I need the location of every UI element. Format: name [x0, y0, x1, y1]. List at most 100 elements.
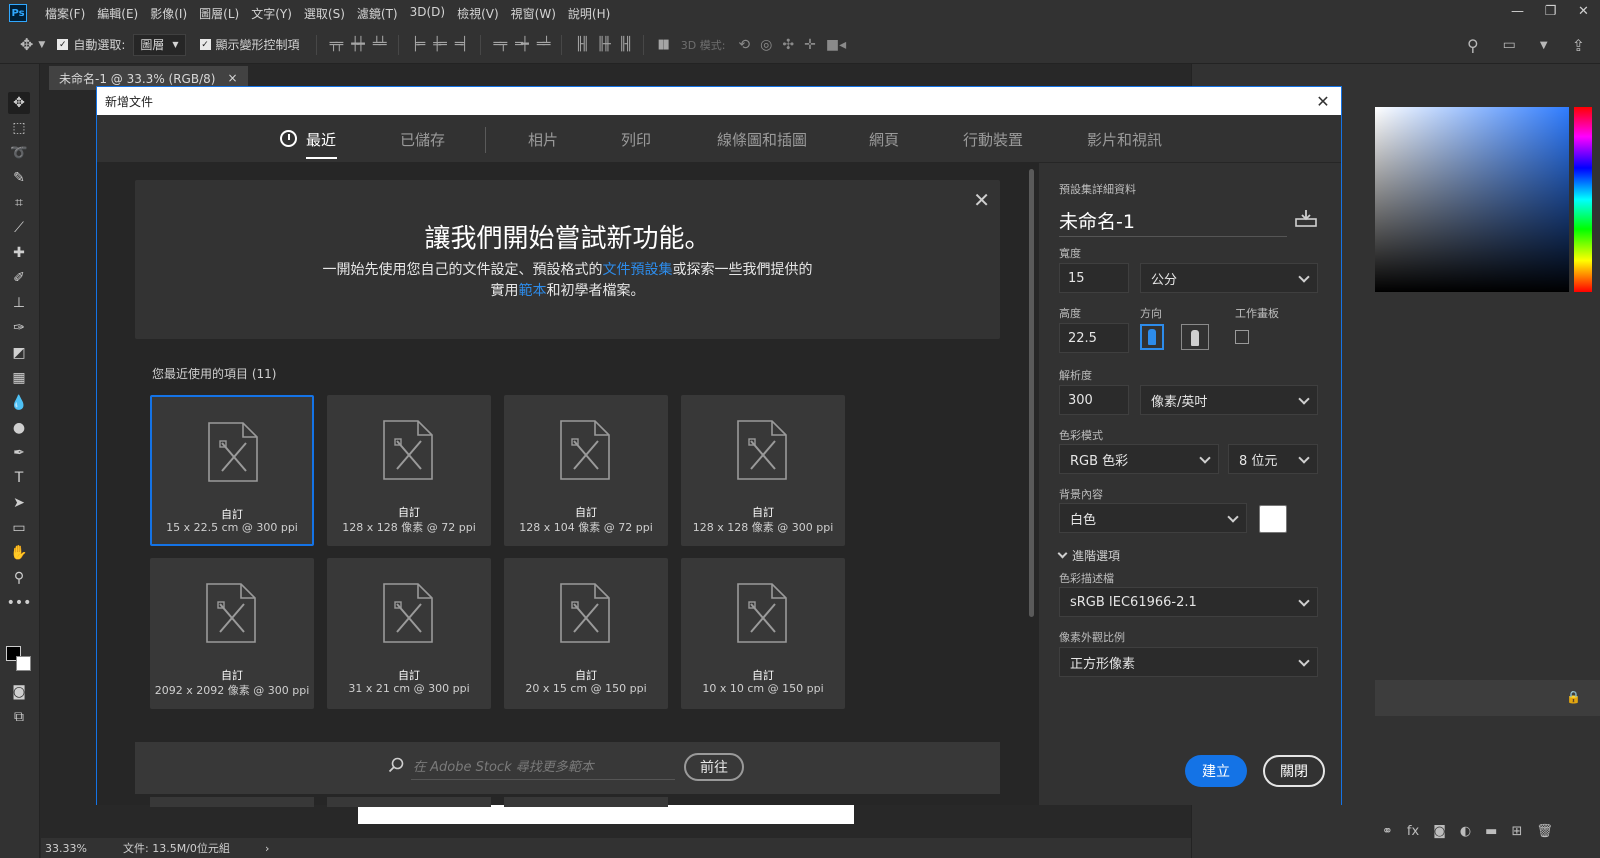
distribute-hcenter-icon[interactable]: ║╫ — [597, 37, 611, 52]
3d-camera-icon[interactable]: ■◂ — [826, 37, 846, 53]
link-layers-icon[interactable]: ⚭ — [1382, 824, 1393, 839]
color-profile-select[interactable]: sRGB IEC61966-2.1 — [1059, 587, 1318, 617]
document-presets-link[interactable]: 文件預設集 — [603, 262, 673, 278]
workspace-icon[interactable]: ▭ — [1503, 37, 1516, 53]
stock-search-input[interactable] — [411, 756, 675, 780]
tab-art-illustration[interactable]: 線條圖和插圖 — [717, 129, 807, 150]
close-icon[interactable]: × — [227, 71, 237, 85]
color-picker-field[interactable] — [1375, 107, 1569, 292]
welcome-close-button[interactable]: ✕ — [973, 188, 990, 212]
show-transform-checkbox[interactable]: ✓ — [199, 39, 211, 50]
mask-icon[interactable]: ◙ — [1433, 824, 1446, 839]
brush-tool-icon[interactable]: ✐ — [8, 267, 30, 289]
recent-preset-card[interactable]: 自訂 2092 x 2092 像素 @ 300 ppi — [150, 558, 314, 709]
share-icon[interactable]: ⇪ — [1572, 36, 1585, 55]
pen-tool-icon[interactable]: ✒ — [8, 442, 30, 464]
recent-preset-card[interactable]: 自訂 15 x 22.5 cm @ 300 ppi — [150, 395, 314, 546]
auto-select-dropdown[interactable]: 圖層 ▼ — [133, 33, 186, 56]
background-select[interactable]: 白色 — [1059, 503, 1247, 533]
menu-filter[interactable]: 濾鏡(T) — [357, 5, 398, 22]
menu-type[interactable]: 文字(Y) — [251, 5, 292, 22]
zoom-level[interactable]: 33.33% — [45, 842, 115, 855]
stamp-tool-icon[interactable]: ⊥ — [8, 292, 30, 314]
menu-edit[interactable]: 編輯(E) — [97, 5, 138, 22]
landscape-orientation-icon[interactable] — [1181, 324, 1209, 350]
menu-file[interactable]: 檔案(F) — [45, 5, 85, 22]
tab-web[interactable]: 網頁 — [869, 129, 899, 150]
recent-preset-card[interactable]: 自訂 128 x 128 像素 @ 300 ppi — [681, 395, 845, 546]
recent-preset-card[interactable]: 自訂 20 x 15 cm @ 150 ppi — [504, 558, 668, 709]
background-color-swatch[interactable] — [1259, 505, 1287, 533]
marquee-tool-icon[interactable]: ⬚ — [8, 117, 30, 139]
eraser-tool-icon[interactable]: ◩ — [8, 342, 30, 364]
more-tools-icon[interactable]: ••• — [7, 592, 32, 614]
align-top-icon[interactable]: ╤╤ — [330, 37, 344, 52]
move-tool-icon[interactable]: ✥ — [20, 35, 33, 54]
status-arrow-icon[interactable]: › — [265, 842, 269, 855]
align-hcenter-icon[interactable]: ╪═ — [433, 37, 447, 52]
quick-select-tool-icon[interactable]: ✎ — [8, 167, 30, 189]
recent-preset-card[interactable]: 自訂 31 x 21 cm @ 300 ppi — [327, 558, 491, 709]
recent-preset-card[interactable]: 自訂 128 x 104 像素 @ 72 ppi — [504, 395, 668, 546]
width-unit-select[interactable]: 公分 — [1140, 263, 1318, 293]
lasso-tool-icon[interactable]: ➰ — [8, 142, 30, 164]
distribute-left-icon[interactable]: ╟║ — [575, 37, 589, 52]
dodge-tool-icon[interactable]: ● — [8, 417, 30, 439]
type-tool-icon[interactable]: T — [8, 467, 30, 489]
preset-name-input[interactable]: 未命名-1 — [1059, 207, 1287, 237]
close-button[interactable]: 關閉 — [1263, 755, 1325, 787]
history-brush-tool-icon[interactable]: ✑ — [8, 317, 30, 339]
hue-slider[interactable] — [1574, 107, 1592, 292]
resolution-unit-select[interactable]: 像素/英吋 — [1140, 385, 1318, 415]
portrait-orientation-icon[interactable] — [1140, 324, 1164, 350]
align-vcenter-icon[interactable]: ┿┿ — [351, 37, 365, 52]
pixel-aspect-select[interactable]: 正方形像素 — [1059, 647, 1318, 677]
tab-recent[interactable]: 最近 — [306, 129, 336, 150]
quick-mask-icon[interactable]: ◙ — [8, 681, 30, 703]
new-layer-icon[interactable]: ⊞ — [1511, 824, 1522, 839]
align-right-icon[interactable]: ═╡ — [455, 37, 469, 52]
search-icon[interactable]: ⚲ — [1467, 36, 1479, 55]
menu-view[interactable]: 檢視(V) — [457, 5, 499, 22]
save-preset-icon[interactable] — [1295, 209, 1317, 227]
healing-tool-icon[interactable]: ✚ — [8, 242, 30, 264]
width-input[interactable]: 15 — [1059, 263, 1129, 293]
tab-saved[interactable]: 已儲存 — [400, 129, 445, 150]
crop-tool-icon[interactable]: ⌗ — [8, 192, 30, 214]
tool-preset-chevron-icon[interactable]: ▼ — [38, 40, 45, 50]
zoom-tool-icon[interactable]: ⚲ — [8, 567, 30, 589]
3d-slide-icon[interactable]: ✛ — [804, 37, 816, 53]
recent-preset-card[interactable]: 自訂 128 x 128 像素 @ 72 ppi — [327, 395, 491, 546]
resolution-input[interactable]: 300 — [1059, 385, 1129, 415]
artboard-checkbox[interactable] — [1235, 330, 1249, 344]
3d-orbit-icon[interactable]: ⟲ — [738, 37, 750, 53]
scrollbar-thumb[interactable] — [1029, 169, 1034, 617]
minimize-button[interactable]: — — [1501, 0, 1534, 22]
layer-row[interactable]: 🔒 — [1375, 680, 1600, 716]
go-button[interactable]: 前往 — [684, 753, 744, 781]
color-mode-select[interactable]: RGB 色彩 — [1059, 444, 1219, 474]
menu-layer[interactable]: 圖層(L) — [199, 5, 239, 22]
gradient-tool-icon[interactable]: ▦ — [8, 367, 30, 389]
auto-select-checkbox[interactable]: ✓ — [57, 39, 69, 50]
auto-align-icon[interactable]: ▮▮ — [657, 37, 669, 52]
blur-tool-icon[interactable]: 💧 — [8, 392, 30, 414]
distribute-right-icon[interactable]: ║╢ — [619, 37, 633, 52]
tab-print[interactable]: 列印 — [621, 129, 651, 150]
tab-film-video[interactable]: 影片和視訊 — [1087, 129, 1162, 150]
bit-depth-select[interactable]: 8 位元 — [1228, 444, 1318, 474]
3d-pan-icon[interactable]: ✣ — [782, 37, 794, 53]
create-button[interactable]: 建立 — [1185, 755, 1247, 787]
window-close-button[interactable]: ✕ — [1567, 0, 1600, 22]
menu-help[interactable]: 說明(H) — [568, 5, 610, 22]
group-icon[interactable]: ▬ — [1485, 824, 1497, 839]
distribute-bottom-icon[interactable]: ═╧ — [537, 37, 551, 52]
fx-icon[interactable]: fx — [1407, 824, 1419, 839]
tab-mobile[interactable]: 行動裝置 — [963, 129, 1023, 150]
align-bottom-icon[interactable]: ╧╧ — [373, 37, 387, 52]
menu-3d[interactable]: 3D(D) — [410, 5, 445, 22]
restore-button[interactable]: ❐ — [1534, 0, 1567, 22]
adjustment-icon[interactable]: ◐ — [1460, 824, 1471, 839]
dialog-close-button[interactable]: ✕ — [1313, 91, 1333, 111]
menu-image[interactable]: 影像(I) — [150, 5, 187, 22]
